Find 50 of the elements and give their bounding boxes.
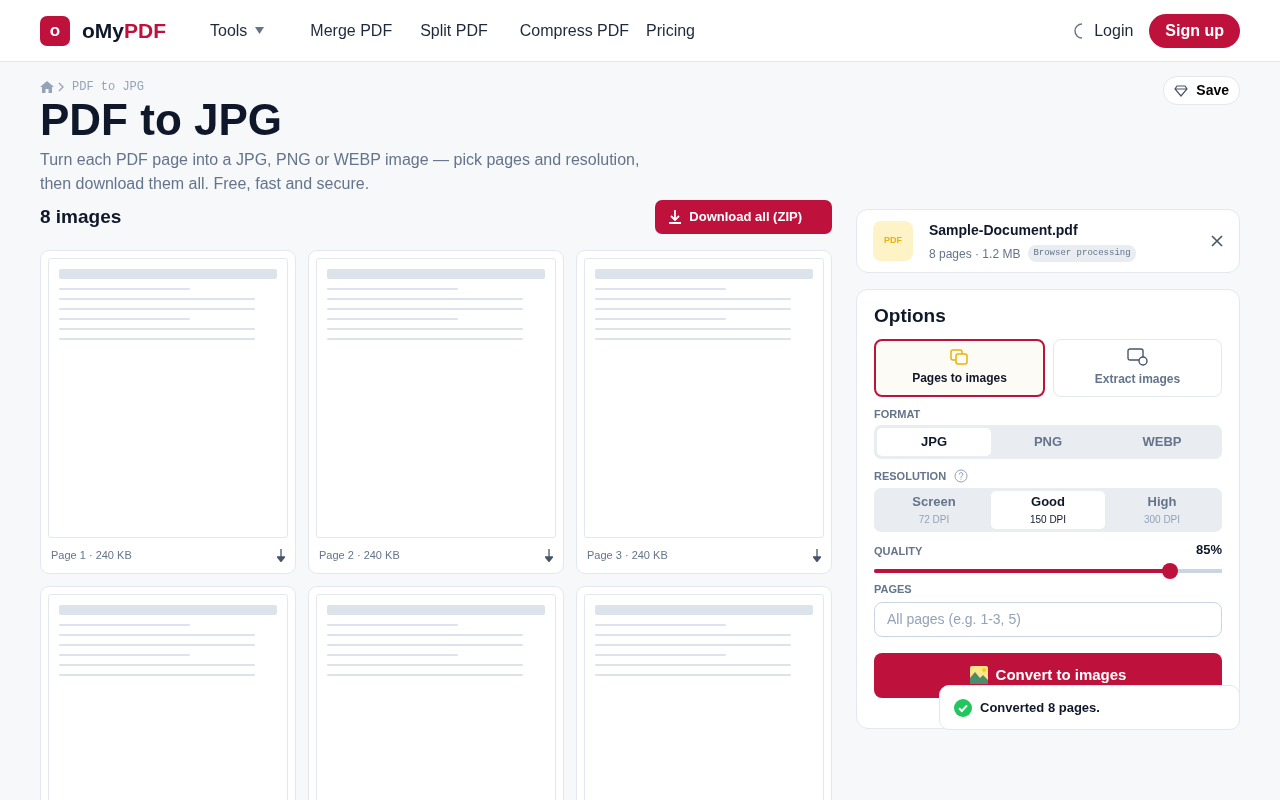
page-caption: Page 3 · 240 KB <box>587 547 668 563</box>
copy-icon <box>949 348 970 365</box>
resolution-option[interactable]: High 300 DPI <box>1105 490 1219 529</box>
format-option[interactable]: WEBP <box>1105 428 1219 456</box>
options-title: Options <box>874 304 947 328</box>
slider-thumb[interactable] <box>1161 563 1178 579</box>
page-title: PDF to JPG <box>40 98 284 142</box>
page-subtitle: Turn each PDF page into a JPG, PNG or WEBP image — pick pages and resolution, then download them all. Free, fast and secure. <box>40 150 641 194</box>
quality-value: 85% <box>1195 540 1222 559</box>
page-caption: Page 1 · 240 KB <box>51 547 132 563</box>
pages-label: PAGES <box>874 582 913 597</box>
login-link[interactable]: Login <box>1094 18 1134 43</box>
processing-tag: Browser processing <box>1028 244 1136 263</box>
nav-link[interactable]: Compress PDF <box>519 18 630 43</box>
format-option[interactable]: JPG <box>877 428 991 456</box>
nav-link[interactable]: Merge PDF <box>310 18 393 43</box>
logo-icon[interactable]: o <box>40 15 70 46</box>
toast-message: Converted 8 pages. <box>980 698 1100 717</box>
diamond-icon <box>1174 84 1189 97</box>
close-icon[interactable] <box>1211 235 1223 247</box>
quality-label: QUALITY <box>874 543 923 559</box>
resolution-option[interactable]: Screen 72 DPI <box>877 490 991 529</box>
picture-icon <box>969 666 988 684</box>
file-meta: 8 pages · 1.2 MB <box>929 245 1021 263</box>
page-caption: Page 2 · 240 KB <box>319 547 400 563</box>
file-name: Sample-Document.pdf <box>929 220 1079 240</box>
resolution-label: RESOLUTION <box>874 469 947 484</box>
resolution-option[interactable]: Good 150 DPI <box>991 490 1105 529</box>
signup-button[interactable]: Sign up <box>1149 13 1240 48</box>
download-icon <box>669 209 682 224</box>
format-option[interactable]: PNG <box>991 428 1105 456</box>
tools-menu[interactable]: Tools <box>210 18 265 43</box>
download-all-button[interactable]: Download all (ZIP) <box>655 200 832 234</box>
download-icon[interactable] <box>277 548 285 562</box>
format-label: FORMAT <box>874 406 922 422</box>
nav-link[interactable]: Split PDF <box>420 18 488 43</box>
pdf-file-icon: PDF <box>873 221 913 261</box>
check-icon <box>954 698 972 717</box>
pages-input[interactable]: All pages (e.g. 1-3, 5) <box>874 601 1222 637</box>
nav-link[interactable]: Pricing <box>646 18 695 43</box>
image-frame-icon <box>1126 347 1149 366</box>
mode-option[interactable]: Extract images <box>1053 338 1222 397</box>
save-button[interactable]: Save <box>1163 76 1240 105</box>
download-icon[interactable] <box>545 548 553 562</box>
breadcrumb-current: PDF to JPG <box>72 79 144 96</box>
brand-name[interactable]: oMyPDF <box>82 14 166 47</box>
download-icon[interactable] <box>813 548 821 562</box>
image-count: 8 images <box>40 204 122 229</box>
chevron-icon <box>58 82 64 92</box>
mode-option[interactable]: Pages to images <box>874 338 1045 397</box>
